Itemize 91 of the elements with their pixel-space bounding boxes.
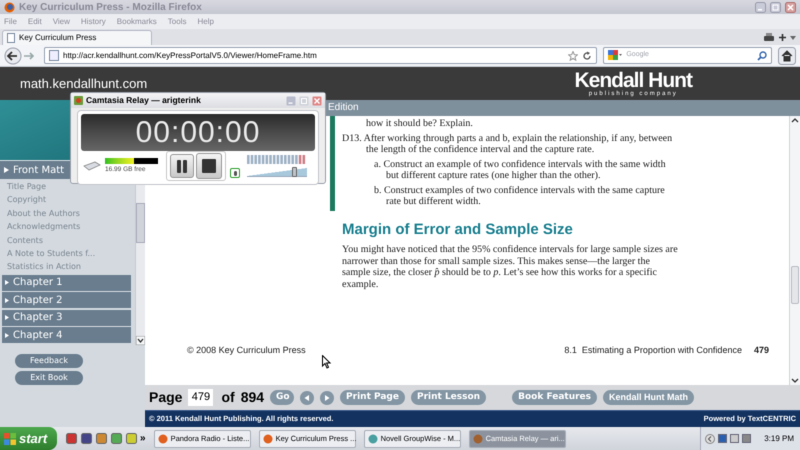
clock: 3:19 PM — [764, 432, 794, 444]
app-icon — [111, 433, 122, 444]
printer-icon — [763, 32, 775, 43]
minimize-icon — [755, 2, 766, 12]
star-icon — [568, 50, 578, 60]
of-label: of — [221, 388, 235, 407]
app-icon — [66, 433, 77, 444]
chapter-item[interactable]: Chapter 2 — [2, 292, 131, 308]
page-footer-text: © 2008 Key Curriculum Press — [187, 344, 306, 357]
page-number-field[interactable]: 479 — [188, 389, 214, 406]
reload-icon — [582, 50, 592, 60]
menu-item[interactable]: Edit — [28, 16, 42, 28]
browser-logo-icon — [4, 2, 15, 12]
triangle-icon — [5, 280, 9, 286]
page-footer-section: 8.1 Estimating a Proportion with Confidence — [564, 344, 742, 357]
triangle-icon — [4, 167, 9, 173]
triangle-icon — [5, 315, 9, 320]
app-icon — [126, 433, 137, 444]
chapter-item[interactable]: Chapter 4 — [2, 327, 131, 344]
plus-icon — [778, 33, 787, 42]
triangle-icon — [5, 332, 9, 338]
menu-item[interactable]: Tools — [168, 16, 186, 28]
minimize-icon — [286, 96, 296, 106]
app-icon — [472, 434, 483, 444]
menu-item[interactable]: File — [4, 16, 17, 28]
timer-display: 00:00:00 — [81, 114, 315, 151]
app-icon — [96, 433, 107, 444]
pause-button[interactable] — [170, 154, 194, 178]
sidebar-button[interactable]: Feedback — [15, 354, 83, 368]
page-icon — [49, 50, 59, 61]
app-icon — [81, 433, 92, 444]
app-icon — [74, 96, 83, 105]
sidebar-item[interactable]: Copyright — [7, 193, 135, 207]
menu-item[interactable]: Help — [197, 16, 214, 28]
nav-button[interactable]: Kendall Hunt Math — [603, 390, 694, 405]
question-text: a. Construct an example of two confidence intervals with the same width but different capture rates (one higher than the other). — [373, 158, 667, 182]
audio-level-meter-drawing — [247, 155, 307, 164]
nav-button[interactable]: Print Lesson — [410, 390, 486, 405]
sidebar-item[interactable]: Contents — [7, 234, 135, 247]
body-paragraph: You might have noticed that the 95% confidence intervals for large sample sizes are narrower than those for small sample sizes. This makes sense—the larger the sample size, the closer p̂ should be to p. Let’s see how this works for a specific example. — [342, 244, 679, 290]
sidebar-item[interactable]: About the Authors — [7, 206, 135, 220]
maximize-icon — [299, 96, 309, 106]
site-url[interactable]: math.kendallhunt.com — [20, 74, 148, 94]
stop-button[interactable] — [196, 153, 222, 179]
nav-button[interactable]: Print Page — [340, 390, 405, 405]
menu-item[interactable]: History — [80, 16, 106, 28]
scroll-thumb[interactable] — [136, 203, 145, 243]
page-number: 479 — [754, 344, 769, 356]
sidebar-item[interactable]: Acknowledgments — [7, 220, 135, 234]
close-icon — [785, 2, 796, 12]
sidebar-item[interactable]: A Note to Students f... — [7, 246, 135, 260]
scroll-thumb[interactable] — [791, 266, 799, 304]
window-title: Key Curriculum Press - Mozilla Firefox — [19, 0, 203, 14]
question-text: b. Construct examples of two confidence intervals with the same capture rate but different width. — [373, 184, 666, 208]
chapter-item[interactable]: Chapter 1 — [2, 274, 131, 291]
menu-item[interactable]: Bookmarks — [116, 16, 157, 28]
total-pages: 894 — [240, 388, 264, 407]
section-heading: Margin of Error and Sample Size — [342, 220, 574, 240]
scrollbar[interactable] — [789, 116, 800, 385]
next-page-icon — [320, 390, 334, 404]
scroll-down-icon — [136, 336, 145, 345]
question-text: D13. After working through parts a and b, explain the relationship, if any, between the length of the confidence interval and the capture rate. — [342, 132, 674, 156]
question-text: how it should be? Explain. — [365, 118, 474, 130]
start-button[interactable]: start — [0, 427, 57, 450]
nav-button[interactable]: Book Features — [512, 390, 598, 405]
menu-item[interactable]: View — [52, 16, 70, 28]
close-icon — [312, 96, 322, 106]
chapter-item[interactable]: Chapter 3 — [2, 310, 131, 326]
maximize-icon — [770, 2, 781, 12]
address-bar[interactable]: http://acr.kendallhunt.com/KeyPressPortalV5.0/Viewer/HomeFrame.htm — [44, 47, 598, 64]
caret-icon — [790, 36, 796, 40]
sidebar-item[interactable]: Title Page — [7, 180, 135, 194]
previous-page-icon — [300, 390, 314, 404]
volume-thumb[interactable] — [292, 167, 297, 177]
app-icon — [158, 434, 168, 444]
page-label: Page — [149, 388, 182, 407]
chevron-icon[interactable]: » — [140, 431, 146, 446]
search-engine-icon — [608, 50, 622, 61]
mouse-cursor-icon — [322, 355, 331, 369]
sidebar-button[interactable]: Exit Book — [15, 371, 83, 385]
windows-logo-icon — [4, 432, 16, 444]
scrollbar[interactable] — [135, 185, 145, 345]
app-icon — [368, 434, 378, 444]
microphone-button[interactable] — [230, 168, 240, 178]
app-icon — [262, 434, 273, 444]
triangle-icon — [5, 298, 9, 303]
browser-tab[interactable]: Key Curriculum Press — [2, 30, 152, 45]
search-icon — [757, 50, 767, 60]
sidebar-item[interactable]: Statistics in Action — [7, 260, 135, 274]
page-icon — [7, 33, 15, 43]
go-button[interactable]: Go — [270, 390, 294, 405]
